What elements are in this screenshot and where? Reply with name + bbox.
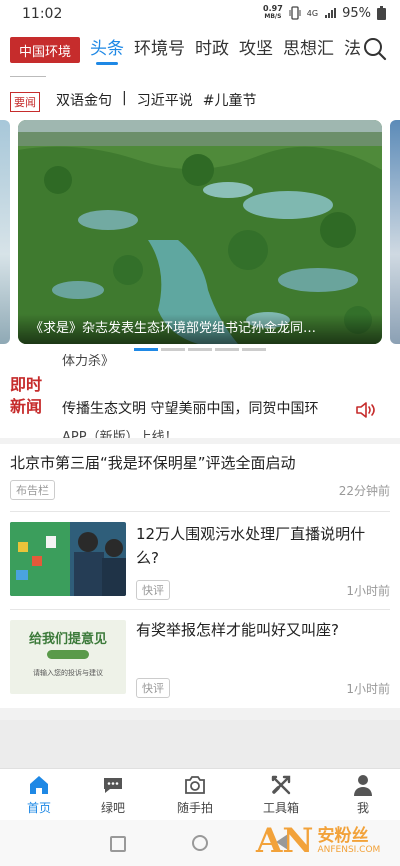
channel-tabs: 头条 环境号 时政 攻坚 思想汇 法 xyxy=(90,34,361,65)
thumb-pill xyxy=(47,650,89,659)
carousel-dot xyxy=(242,348,266,351)
carousel-indicators xyxy=(134,348,266,351)
headline-link-xi-says[interactable]: 习近平说 xyxy=(137,90,193,110)
headline-links: 双语金句 | 习近平说 #儿童节 xyxy=(56,90,256,110)
status-bar: 11:02 0.97 MB/S 4G 95% xyxy=(0,0,400,30)
tab-headlines[interactable]: 头条 xyxy=(90,34,124,65)
top-nav: 中国环境 头条 环境号 时政 攻坚 思想汇 法 xyxy=(0,30,400,70)
important-news-badge: 要闻 xyxy=(10,92,40,112)
nav-snap[interactable]: 随手拍 xyxy=(160,773,230,816)
carousel-slide[interactable]: 《求是》杂志发表生态环境部党组书记孙金龙同… xyxy=(18,120,382,344)
instant-news: 即时 新闻 体力杀》 传播生态文明 守望美丽中国，同贺中国环 APP（新版）上线… xyxy=(0,354,400,438)
carousel-next-slide[interactable] xyxy=(390,120,400,344)
watermark: AN 安粉丝 ANFENSI.COM xyxy=(256,823,380,859)
divider xyxy=(10,609,390,610)
search-button[interactable] xyxy=(362,36,388,62)
instant-news-label: 即时 新闻 xyxy=(10,375,43,416)
news-item-1[interactable]: 北京市第三届“我是环保明星”评选全面启动 布告栏 22分钟前 xyxy=(0,444,400,508)
instant-news-current[interactable]: 传播生态文明 守望美丽中国，同贺中国环 xyxy=(62,398,362,418)
carousel-caption: 《求是》杂志发表生态环境部党组书记孙金龙同… xyxy=(18,314,382,344)
carousel-dot xyxy=(134,348,158,351)
tab-thoughts[interactable]: 思想汇 xyxy=(283,34,334,63)
wetland-aerial-photo xyxy=(18,120,382,344)
nav-label: 首页 xyxy=(26,801,51,815)
nav-me[interactable]: 我 xyxy=(328,773,398,816)
thumb-subtitle: 请输入您的投诉与建议 xyxy=(33,669,103,677)
nav-label: 绿吧 xyxy=(100,801,125,815)
scroll-hint xyxy=(10,72,46,77)
nav-label: 工具箱 xyxy=(262,801,299,815)
recents-button[interactable] xyxy=(110,836,126,852)
home-button[interactable] xyxy=(192,835,208,851)
search-icon xyxy=(364,38,387,61)
news-title: 12万人围观污水处理厂直播说明什么? xyxy=(136,525,366,567)
camera-icon xyxy=(185,776,205,794)
carousel-dot xyxy=(215,348,239,351)
news-thumbnail: 给我们提意见 请输入您的投诉与建议 xyxy=(10,620,126,694)
instant-news-next: APP（新版）上线！ xyxy=(62,430,178,438)
news-time: 22分钟前 xyxy=(338,484,390,498)
nav-green-bar[interactable]: 绿吧 xyxy=(78,773,148,816)
news-title: 有奖举报怎样才能叫好又叫座? xyxy=(136,621,339,639)
network-type: 4G xyxy=(306,8,319,18)
network-speed: 0.97 MB/S xyxy=(263,4,283,21)
banner-carousel: 《求是》杂志发表生态环境部党组书记孙金龙同… xyxy=(0,118,400,354)
news-time: 1小时前 xyxy=(346,682,390,696)
home-icon xyxy=(30,776,48,794)
news-time: 1小时前 xyxy=(346,584,390,598)
headline-strip: 要闻 双语金句 | 习近平说 #儿童节 xyxy=(0,70,400,118)
signal-icon xyxy=(325,8,337,18)
tab-law[interactable]: 法 xyxy=(344,34,361,63)
chat-bubble-icon xyxy=(104,778,122,793)
divider xyxy=(10,511,390,512)
status-time: 11:02 xyxy=(22,6,63,22)
tab-politics[interactable]: 时政 xyxy=(195,34,229,63)
battery-percent: 95% xyxy=(342,5,371,21)
tab-battle[interactable]: 攻坚 xyxy=(239,34,273,63)
headline-separator: | xyxy=(122,90,127,106)
news-item-2[interactable]: 12万人围观污水处理厂直播说明什么? 快评 1小时前 xyxy=(0,518,400,604)
news-tag: 快评 xyxy=(136,678,170,698)
students-photo xyxy=(10,522,126,596)
watermark-text: 安粉丝 ANFENSI.COM xyxy=(317,826,381,855)
news-thumbnail xyxy=(10,522,126,596)
app-logo[interactable]: 中国环境 xyxy=(10,37,80,63)
bottom-nav: 首页 绿吧 随手拍 工具箱 我 xyxy=(0,768,400,821)
watermark-logo: AN xyxy=(256,821,314,861)
news-tag: 布告栏 xyxy=(10,480,55,500)
instant-news-prev: 体力杀》 xyxy=(62,354,115,369)
news-tag: 快评 xyxy=(136,580,170,600)
tools-icon xyxy=(271,775,291,795)
battery-icon xyxy=(377,6,386,20)
carousel-dot xyxy=(188,348,212,351)
carousel-dot xyxy=(161,348,185,351)
news-list: 北京市第三届“我是环保明星”评选全面启动 布告栏 22分钟前 12万人围观污水处… xyxy=(0,444,400,708)
nav-home[interactable]: 首页 xyxy=(4,773,74,816)
tab-env-accounts[interactable]: 环境号 xyxy=(134,34,185,63)
person-icon xyxy=(354,775,372,796)
headline-link-quotes[interactable]: 双语金句 xyxy=(56,90,112,110)
feed-bottom-gap xyxy=(0,720,400,768)
news-title: 北京市第三届“我是环保明星”评选全面启动 xyxy=(10,454,296,472)
nav-toolbox[interactable]: 工具箱 xyxy=(246,773,316,816)
carousel-prev-slide[interactable] xyxy=(0,120,10,344)
status-indicators: 0.97 MB/S 4G 95% xyxy=(263,5,386,21)
vibrate-icon xyxy=(289,6,301,20)
thumb-headline: 给我们提意见 xyxy=(28,632,107,647)
speaker-icon xyxy=(356,402,375,418)
nav-label: 我 xyxy=(356,801,369,815)
nav-label: 随手拍 xyxy=(176,801,213,815)
news-item-3[interactable]: 给我们提意见 请输入您的投诉与建议 有奖举报怎样才能叫好又叫座? 快评 1小时前 xyxy=(0,616,400,704)
headline-link-childrens-day[interactable]: #儿童节 xyxy=(203,90,257,110)
speaker-button[interactable] xyxy=(354,398,378,422)
